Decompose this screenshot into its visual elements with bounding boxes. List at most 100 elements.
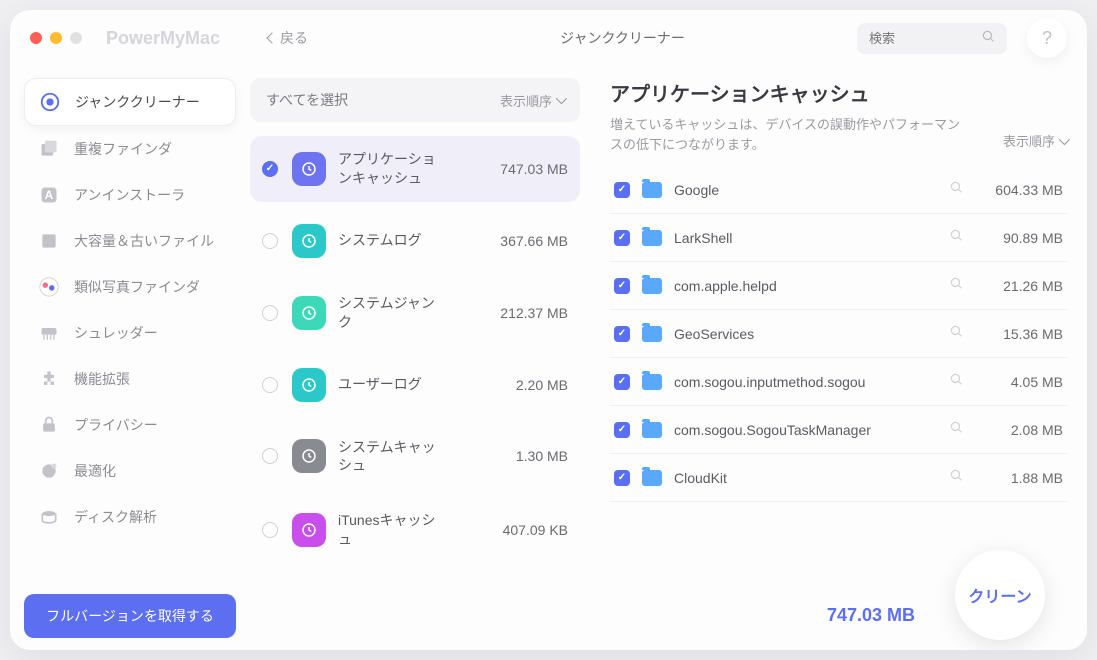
file-item[interactable]: com.sogou.inputmethod.sogou 4.05 MB [610,358,1067,406]
main-area: ジャンククリーナー重複ファインダ A アンインストーラ大容量＆古いファイル類似写真フ… [10,66,1087,650]
sidebar-item-1[interactable]: 重複ファインダ [24,126,236,172]
category-item[interactable]: ユーザーログ 2.20 MB [250,354,580,416]
sidebar-item-3[interactable]: 大容量＆古いファイル [24,218,236,264]
folder-icon [642,422,662,438]
sidebar-item-label: 類似写真ファインダ [74,277,200,297]
svg-text:A: A [45,189,54,202]
category-checkbox[interactable] [262,161,278,177]
category-label: アプリケーションキャッシュ [338,150,448,188]
category-checkbox[interactable] [262,448,278,464]
category-icon [292,513,326,547]
help-button[interactable]: ? [1027,18,1067,58]
sidebar-item-6[interactable]: 機能拡張 [24,356,236,402]
reveal-icon[interactable] [949,372,963,391]
brand-label: PowerMyMac [106,28,220,49]
file-item[interactable]: GeoServices 15.36 MB [610,310,1067,358]
reveal-icon[interactable] [949,180,963,199]
sidebar-item-label: アンインストーラ [74,185,185,205]
sidebar-item-4[interactable]: 類似写真ファインダ [24,264,236,310]
file-size: 2.08 MB [975,422,1063,438]
folder-icon [642,374,662,390]
category-item[interactable]: アプリケーションキャッシュ 747.03 MB [250,136,580,202]
file-checkbox[interactable] [614,326,630,342]
detail-sort-dropdown[interactable]: 表示順序 [1003,131,1067,150]
category-item[interactable]: iTunesキャッシュ 407.09 KB [250,497,580,563]
folder-icon [642,230,662,246]
category-checkbox[interactable] [262,377,278,393]
reveal-icon[interactable] [949,228,963,247]
full-version-button[interactable]: フルバージョンを取得する [24,594,236,638]
sidebar-item-8[interactable]: 最適化 [24,448,236,494]
category-item[interactable]: システムジャンク 212.37 MB [250,280,580,346]
file-item[interactable]: com.sogou.SogouTaskManager 2.08 MB [610,406,1067,454]
file-item[interactable]: CloudKit 1.88 MB [610,454,1067,502]
extensions-icon [38,368,60,390]
uninstaller-icon: A [38,184,60,206]
topbar: PowerMyMac 戻る ジャンククリーナー ? [10,10,1087,66]
maximize-window-button[interactable] [70,32,82,44]
file-checkbox[interactable] [614,422,630,438]
file-size: 604.33 MB [975,182,1063,198]
category-item[interactable]: システムキャッシュ 1.30 MB [250,424,580,490]
file-item[interactable]: Google 604.33 MB [610,166,1067,214]
reveal-icon[interactable] [949,420,963,439]
category-label: システムログ [338,231,448,250]
file-checkbox[interactable] [614,182,630,198]
search-input[interactable] [869,31,981,46]
file-name: com.sogou.SogouTaskManager [674,422,941,438]
file-list: Google 604.33 MB LarkShell 90.89 MB com.… [610,166,1067,580]
file-name: Google [674,182,941,198]
sort-label: 表示順序 [1003,131,1055,150]
disk-analyze-icon [38,506,60,528]
reveal-icon[interactable] [949,468,963,487]
category-sort-dropdown[interactable]: 表示順序 [500,91,564,110]
file-size: 15.36 MB [975,326,1063,342]
file-name: GeoServices [674,326,941,342]
sidebar-item-label: ディスク解析 [74,507,157,527]
category-size: 747.03 MB [500,161,568,177]
sidebar-item-label: 最適化 [74,461,116,481]
reveal-icon[interactable] [949,324,963,343]
file-name: com.apple.helpd [674,278,941,294]
category-checkbox[interactable] [262,305,278,321]
optimize-icon [38,460,60,482]
sidebar-item-0[interactable]: ジャンククリーナー [24,78,236,126]
clean-button[interactable]: クリーン [955,550,1045,640]
file-size: 1.88 MB [975,470,1063,486]
sidebar-item-2[interactable]: A アンインストーラ [24,172,236,218]
category-checkbox[interactable] [262,522,278,538]
back-button[interactable]: 戻る [268,28,308,48]
category-icon [292,224,326,258]
sidebar-item-label: 大容量＆古いファイル [74,231,214,251]
file-item[interactable]: com.apple.helpd 21.26 MB [610,262,1067,310]
sidebar-item-7[interactable]: プライバシー [24,402,236,448]
file-name: com.sogou.inputmethod.sogou [674,374,941,390]
category-size: 212.37 MB [500,305,568,321]
sidebar-item-label: 重複ファインダ [74,139,172,159]
sidebar-item-label: シュレッダー [74,323,158,343]
sidebar-item-5[interactable]: シュレッダー [24,310,236,356]
close-window-button[interactable] [30,32,42,44]
file-checkbox[interactable] [614,374,630,390]
select-all-bar[interactable]: すべてを選択 表示順序 [250,78,580,122]
category-size: 2.20 MB [516,377,568,393]
app-window: PowerMyMac 戻る ジャンククリーナー ? ジャンククリーナー重複ファイ… [10,10,1087,650]
category-checkbox[interactable] [262,233,278,249]
search-icon [981,29,995,48]
large-old-files-icon [38,230,60,252]
page-title: ジャンククリーナー [308,28,837,48]
file-item[interactable]: LarkShell 90.89 MB [610,214,1067,262]
reveal-icon[interactable] [949,276,963,295]
footer: 747.03 MB クリーン [610,580,1067,650]
minimize-window-button[interactable] [50,32,62,44]
file-checkbox[interactable] [614,278,630,294]
sidebar-item-label: プライバシー [74,415,158,435]
total-size: 747.03 MB [827,605,915,626]
file-checkbox[interactable] [614,230,630,246]
sidebar-item-9[interactable]: ディスク解析 [24,494,236,540]
search-field[interactable] [857,23,1007,54]
category-size: 407.09 KB [503,522,568,538]
category-item[interactable]: システムログ 367.66 MB [250,210,580,272]
folder-icon [642,278,662,294]
file-checkbox[interactable] [614,470,630,486]
